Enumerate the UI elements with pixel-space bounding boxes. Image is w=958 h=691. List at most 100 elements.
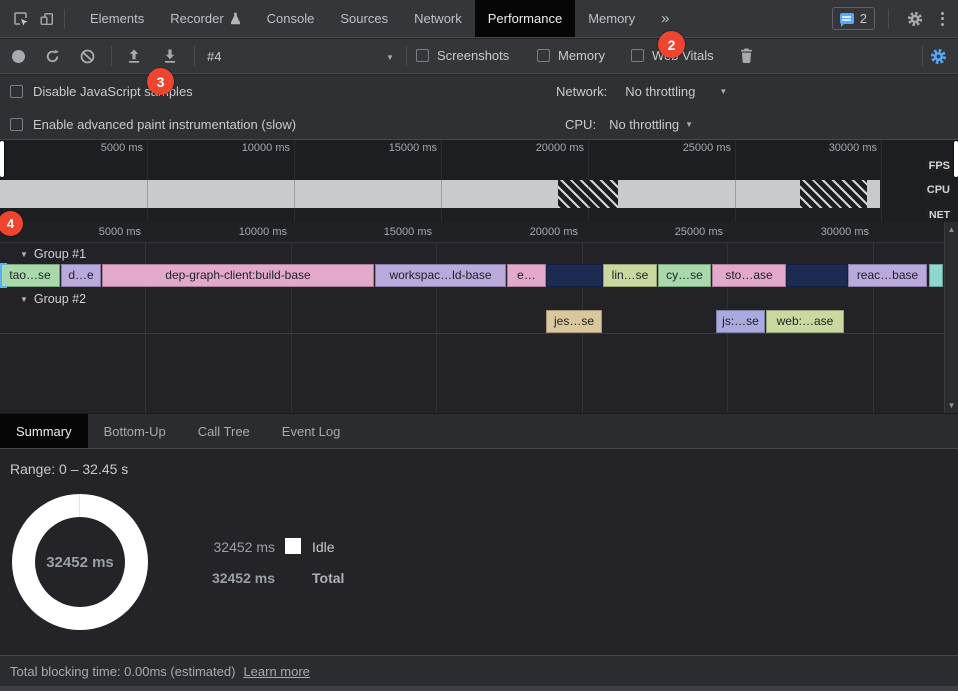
screenshots-checkbox[interactable]: Screenshots bbox=[416, 48, 509, 63]
issues-count: 2 bbox=[860, 11, 867, 26]
issues-counter[interactable]: 2 bbox=[832, 7, 875, 30]
fps-lane-label: FPS bbox=[926, 160, 953, 172]
cpu-throttling-select[interactable]: No throttling bbox=[609, 117, 679, 132]
clear-icon[interactable] bbox=[80, 49, 95, 64]
overview-right-handle[interactable] bbox=[954, 141, 958, 177]
flame-bar[interactable] bbox=[546, 264, 603, 287]
tab-elements[interactable]: Elements bbox=[77, 0, 157, 37]
checkbox-label: Screenshots bbox=[437, 48, 509, 63]
divider bbox=[111, 46, 112, 66]
menu-kebab-icon[interactable] bbox=[937, 12, 948, 26]
timeline-overview[interactable]: 5000 ms 10000 ms 15000 ms 20000 ms 25000… bbox=[0, 140, 958, 222]
time-breakdown-donut: 32452 ms bbox=[12, 494, 148, 630]
legend-idle-label: Idle bbox=[312, 539, 335, 555]
flame-bar[interactable]: js:…se bbox=[716, 310, 765, 333]
device-toolbar-icon[interactable] bbox=[34, 6, 60, 32]
overview-tick: 10000 ms bbox=[220, 142, 290, 154]
checkbox-box[interactable] bbox=[416, 49, 429, 62]
tab-recorder[interactable]: Recorder bbox=[157, 0, 253, 37]
group-1-track: tao…se d…e dep-graph-client:build-base w… bbox=[0, 264, 944, 287]
tab-sources[interactable]: Sources bbox=[327, 0, 401, 37]
checkbox-box[interactable] bbox=[537, 49, 550, 62]
checkbox-box[interactable] bbox=[10, 85, 23, 98]
flame-bar[interactable]: d…e bbox=[61, 264, 101, 287]
flame-bar[interactable]: cy…se bbox=[658, 264, 711, 287]
flame-chart[interactable]: 5000 ms 10000 ms 15000 ms 20000 ms 25000… bbox=[0, 222, 958, 413]
paint-instrumentation-checkbox[interactable]: Enable advanced paint instrumentation (s… bbox=[10, 117, 296, 132]
tab-call-tree[interactable]: Call Tree bbox=[182, 414, 266, 448]
settings-gear-icon[interactable] bbox=[902, 6, 928, 32]
flame-bar[interactable]: jes…se bbox=[546, 310, 602, 333]
tab-label: Bottom-Up bbox=[104, 424, 166, 439]
checkbox-label: Memory bbox=[558, 48, 605, 63]
divider bbox=[922, 46, 923, 66]
flame-bar[interactable]: workspac…ld-base bbox=[375, 264, 506, 287]
flame-bar[interactable] bbox=[786, 264, 848, 287]
devtools-tabbar: Elements Recorder Console Sources Networ… bbox=[0, 0, 958, 38]
inspect-element-icon[interactable] bbox=[8, 6, 34, 32]
tabbar-right-cluster: 2 bbox=[832, 0, 958, 37]
collapse-triangle-icon[interactable]: ▼ bbox=[20, 295, 28, 304]
history-dropdown-caret-icon[interactable]: ▼ bbox=[386, 53, 394, 62]
flame-bar[interactable]: sto…ase bbox=[712, 264, 786, 287]
tab-label: Summary bbox=[16, 424, 72, 439]
flame-bar[interactable]: web:…ase bbox=[766, 310, 844, 333]
network-throttling-select[interactable]: No throttling bbox=[625, 84, 695, 99]
legend-idle-swatch bbox=[285, 538, 301, 554]
flame-bar[interactable] bbox=[929, 264, 943, 287]
load-profile-icon[interactable] bbox=[127, 49, 141, 64]
tab-summary[interactable]: Summary bbox=[0, 414, 88, 448]
flame-bar[interactable]: tao…se bbox=[0, 264, 60, 287]
group-2-track: jes…se js:…se web:…ase bbox=[0, 310, 944, 333]
dropdown-caret-icon[interactable]: ▼ bbox=[719, 87, 727, 96]
cpu-lane-label: CPU bbox=[924, 184, 953, 196]
capture-settings-gear-icon[interactable] bbox=[929, 47, 948, 66]
tab-label: Elements bbox=[90, 11, 144, 26]
tab-performance[interactable]: Performance bbox=[475, 0, 575, 37]
overview-left-handle[interactable] bbox=[0, 141, 4, 177]
scroll-up-icon[interactable]: ▲ bbox=[945, 225, 958, 234]
tab-network[interactable]: Network bbox=[401, 0, 475, 37]
tab-memory[interactable]: Memory bbox=[575, 0, 648, 37]
tab-label: Memory bbox=[588, 11, 635, 26]
tab-label: Performance bbox=[488, 11, 562, 26]
donut-total-label: 32452 ms bbox=[46, 554, 114, 571]
track-bottom-divider bbox=[0, 333, 944, 334]
tab-event-log[interactable]: Event Log bbox=[266, 414, 357, 448]
record-button[interactable] bbox=[12, 50, 25, 63]
range-label: Range: 0 – 32.45 s bbox=[10, 461, 128, 477]
donut-hole: 32452 ms bbox=[35, 517, 125, 607]
group-1-header[interactable]: ▼ Group #1 bbox=[20, 247, 86, 261]
flame-bar[interactable]: lin…se bbox=[603, 264, 657, 287]
scroll-down-icon[interactable]: ▼ bbox=[945, 401, 958, 410]
flame-bar[interactable]: e… bbox=[507, 264, 546, 287]
dropdown-caret-icon[interactable]: ▼ bbox=[685, 120, 693, 129]
learn-more-link[interactable]: Learn more bbox=[243, 664, 309, 679]
annotation-badge-3: 3 bbox=[147, 68, 174, 95]
performance-toolbar: #4 ▼ Screenshots Memory Web Vitals bbox=[0, 39, 958, 74]
memory-checkbox[interactable]: Memory bbox=[537, 48, 605, 63]
more-tabs-glyph: » bbox=[661, 10, 669, 27]
overview-tick: 20000 ms bbox=[514, 142, 584, 154]
flame-bar[interactable]: dep-graph-client:build-base bbox=[102, 264, 374, 287]
checkbox-box[interactable] bbox=[631, 49, 644, 62]
details-tabbar: Summary Bottom-Up Call Tree Event Log bbox=[0, 413, 958, 449]
issues-bubble-icon bbox=[840, 13, 854, 24]
reload-and-record-icon[interactable] bbox=[45, 49, 60, 64]
divider bbox=[64, 9, 65, 29]
checkbox-box[interactable] bbox=[10, 118, 23, 131]
annotation-badge-2: 2 bbox=[658, 31, 685, 58]
flame-scrollbar[interactable]: ▲ ▼ bbox=[944, 222, 958, 413]
trash-icon[interactable] bbox=[740, 48, 753, 64]
tab-bottom-up[interactable]: Bottom-Up bbox=[88, 414, 182, 448]
history-select[interactable]: #4 bbox=[207, 49, 221, 64]
save-profile-icon[interactable] bbox=[163, 49, 177, 64]
collapse-triangle-icon[interactable]: ▼ bbox=[20, 250, 28, 259]
group-label: Group #1 bbox=[34, 247, 86, 261]
flame-bar[interactable]: reac…base bbox=[848, 264, 927, 287]
group-2-header[interactable]: ▼ Group #2 bbox=[20, 292, 86, 306]
tab-console[interactable]: Console bbox=[254, 0, 328, 37]
tab-label: Sources bbox=[340, 11, 388, 26]
donut-seam bbox=[79, 494, 80, 517]
tab-label: Console bbox=[267, 11, 315, 26]
